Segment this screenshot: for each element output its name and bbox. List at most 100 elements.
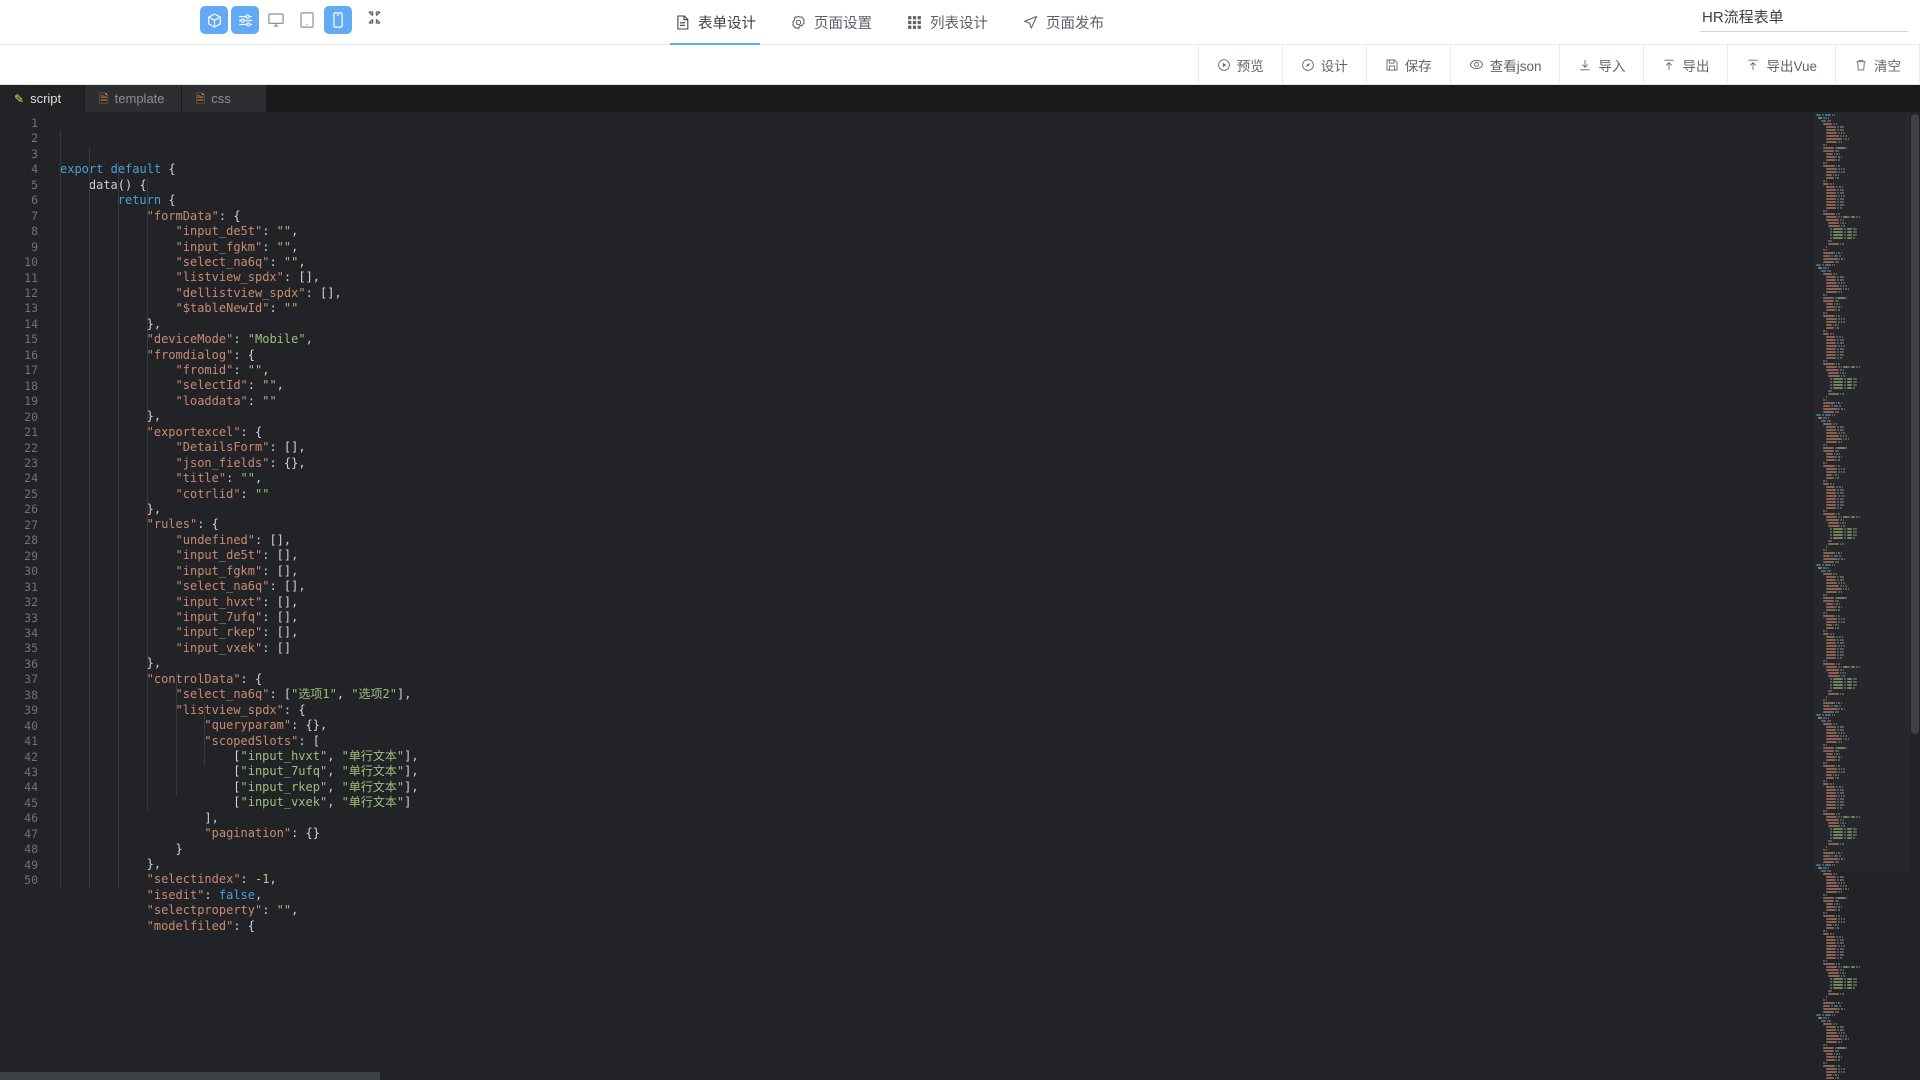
line-number: 33 xyxy=(24,610,38,625)
download-icon xyxy=(1578,58,1592,72)
line-number: 3 xyxy=(31,146,38,161)
horizontal-scrollbar-thumb[interactable] xyxy=(0,1072,380,1080)
save-button[interactable]: 保存 xyxy=(1365,45,1450,84)
send-icon xyxy=(1022,14,1039,31)
line-number: 2 xyxy=(31,131,38,146)
code-line: "input_rkep": [], xyxy=(175,625,299,640)
nav-page-publish[interactable]: 页面发布 xyxy=(1018,0,1108,45)
code-line: "loaddata": "" xyxy=(175,393,277,408)
mobile-mode-button[interactable] xyxy=(324,6,352,34)
line-number: 49 xyxy=(24,857,38,872)
export-vue-button-label: 导出Vue xyxy=(1766,58,1817,74)
code-line: "select_na6q": [], xyxy=(175,579,306,594)
tab-template[interactable]: 🗎 template xyxy=(85,85,182,112)
nav-form-design[interactable]: 表单设计 xyxy=(670,0,760,45)
code-line: "input_de5t": "", xyxy=(175,224,299,239)
form-title-input[interactable] xyxy=(1700,4,1908,32)
export-vue-button[interactable]: 导出Vue xyxy=(1727,45,1835,84)
desktop-mode-button[interactable] xyxy=(262,6,290,34)
design-button-label: 设计 xyxy=(1320,58,1348,74)
code-line: "controlData": { xyxy=(146,671,263,686)
vertical-scrollbar-thumb[interactable] xyxy=(1911,114,1919,734)
component-cube-icon-button[interactable] xyxy=(200,6,228,34)
collapse-arrows-icon-button[interactable] xyxy=(361,7,387,33)
code-line: "pagination": {} xyxy=(204,826,320,841)
line-number: 19 xyxy=(24,394,38,409)
code-editor: ✎ script 🗎 template 🗎 css 1 2 3 4 5 6 7 8 9 10 11 1… xyxy=(0,85,1920,1080)
collapse-arrows-icon xyxy=(367,10,382,30)
line-number: 28 xyxy=(24,533,38,548)
code-line: "modelfiled": { xyxy=(146,918,256,933)
play-circle-icon xyxy=(1217,58,1231,72)
nav-page-settings[interactable]: 页面设置 xyxy=(786,0,876,45)
import-button[interactable]: 导入 xyxy=(1559,45,1644,84)
line-number: 16 xyxy=(24,347,38,362)
code-line: "select_na6q": "", xyxy=(175,254,306,269)
line-number: 8 xyxy=(31,224,38,239)
code-line: return { xyxy=(117,193,176,208)
code-line: "fromdialog": { xyxy=(146,347,256,362)
line-number: 50 xyxy=(24,873,38,888)
view-json-button[interactable]: 查看json xyxy=(1449,45,1560,84)
code-line: "selectId": "", xyxy=(175,378,284,393)
line-number: 39 xyxy=(24,703,38,718)
style-sliders-icon-button[interactable] xyxy=(231,6,259,34)
line-number: 47 xyxy=(24,826,38,841)
code-line: "selectproperty": "", xyxy=(146,903,299,918)
trash-icon xyxy=(1854,58,1868,72)
code-line: "input_fgkm": "", xyxy=(175,239,299,254)
code-line: "deviceMode": "Mobile", xyxy=(146,332,313,347)
code-line: ], xyxy=(204,810,219,825)
code-line: export default { xyxy=(60,162,176,177)
design-button[interactable]: 设计 xyxy=(1281,45,1366,84)
tablet-mode-button[interactable] xyxy=(293,6,321,34)
preview-button[interactable]: 预览 xyxy=(1197,45,1282,84)
code-line: "select_na6q": ["选项1", "选项2"], xyxy=(175,687,412,702)
pen-icon: ✎ xyxy=(14,91,25,106)
code-line: "input_hvxt": [], xyxy=(175,594,299,609)
code-line: }, xyxy=(146,316,162,331)
line-number: 38 xyxy=(24,687,38,702)
code-line: "fromid": "", xyxy=(175,363,270,378)
eye-icon xyxy=(1469,57,1484,72)
line-number: 10 xyxy=(24,255,38,270)
phone-icon xyxy=(329,11,347,29)
line-number: 45 xyxy=(24,795,38,810)
document-icon xyxy=(674,14,691,31)
line-number: 40 xyxy=(24,718,38,733)
line-number: 12 xyxy=(24,285,38,300)
code-line: "input_de5t": [], xyxy=(175,548,299,563)
clear-button[interactable]: 清空 xyxy=(1835,45,1920,84)
code-line: } xyxy=(175,841,183,856)
nav-list-design[interactable]: 列表设计 xyxy=(902,0,992,45)
line-number: 13 xyxy=(24,301,38,316)
line-number: 44 xyxy=(24,780,38,795)
line-number: 41 xyxy=(24,734,38,749)
horizontal-scrollbar[interactable] xyxy=(0,1072,1920,1080)
code-area[interactable]: 1 2 3 4 5 6 7 8 9 10 11 12 13 14 15 16 17 18 19 20 21 22 23 24 2… xyxy=(0,112,1920,1080)
line-number: 42 xyxy=(24,749,38,764)
line-number: 29 xyxy=(24,548,38,563)
line-number: 22 xyxy=(24,440,38,455)
code-line: "DetailsForm": [], xyxy=(175,440,306,455)
upload-vue-icon xyxy=(1746,58,1760,72)
code-line: "title": "", xyxy=(175,471,263,486)
tab-css[interactable]: 🗎 css xyxy=(181,85,267,112)
line-number: 46 xyxy=(24,811,38,826)
line-number: 26 xyxy=(24,502,38,517)
code-line: "json_fields": {}, xyxy=(175,455,306,470)
line-number: 36 xyxy=(24,656,38,671)
code-line: "exportexcel": { xyxy=(146,424,263,439)
code-line: "scopedSlots": [ xyxy=(204,733,320,748)
code-content[interactable]: export default {data() {return {"formDat… xyxy=(46,112,1920,1080)
export-button[interactable]: 导出 xyxy=(1643,45,1728,84)
code-line: "listview_spdx": [], xyxy=(175,270,321,285)
code-line: "undefined": [], xyxy=(175,532,292,547)
code-line: "isedit": false, xyxy=(146,887,263,902)
tab-script[interactable]: ✎ script xyxy=(0,85,85,112)
vertical-scrollbar[interactable] xyxy=(1910,112,1920,1080)
nav-form-design-label: 表单设计 xyxy=(698,16,756,32)
line-number: 5 xyxy=(31,177,38,192)
nav-page-publish-label: 页面发布 xyxy=(1046,16,1104,32)
code-line: "dellistview_spdx": [], xyxy=(175,285,342,300)
